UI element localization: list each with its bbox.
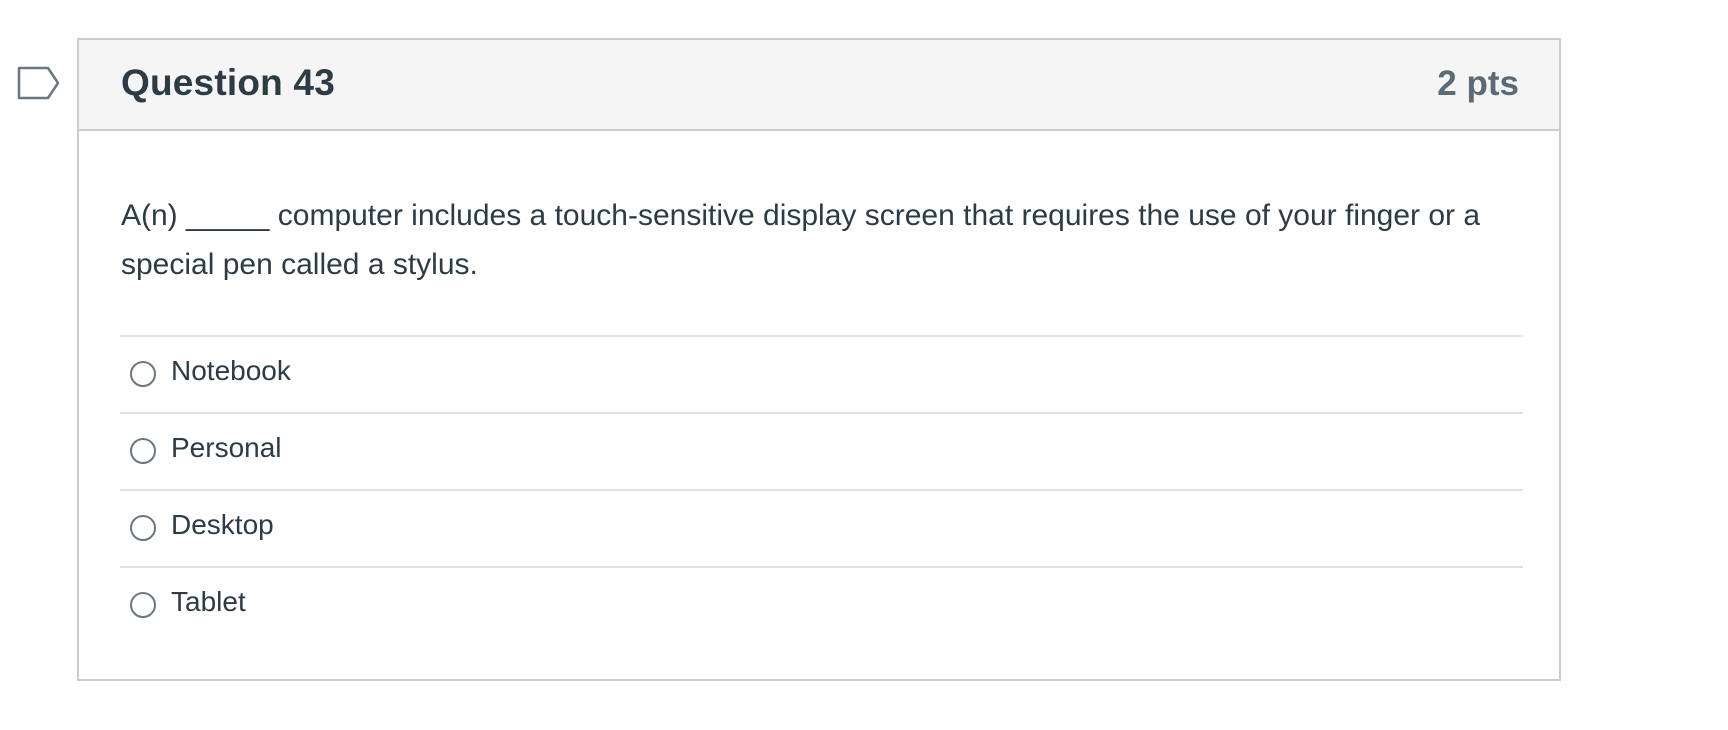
question-header: Question 43 2 pts [79, 40, 1559, 131]
radio-button-icon[interactable] [130, 592, 156, 618]
answer-list: Notebook Personal Desktop Tablet [120, 335, 1523, 643]
question-title: Question 43 [121, 62, 335, 103]
radio-button-icon[interactable] [130, 515, 156, 541]
radio-button-icon[interactable] [130, 438, 156, 464]
answer-label[interactable]: Desktop [171, 509, 274, 541]
question-card: Question 43 2 pts A(n) _____ computer in… [77, 38, 1561, 681]
question-text: A(n) _____ computer includes a touch-sen… [121, 199, 1481, 281]
answer-label[interactable]: Personal [171, 432, 282, 464]
answer-option-tablet[interactable]: Tablet [120, 566, 1523, 643]
answer-option-notebook[interactable]: Notebook [120, 335, 1523, 412]
radio-button-icon[interactable] [130, 361, 156, 387]
answer-option-personal[interactable]: Personal [120, 412, 1523, 489]
flag-question-icon[interactable] [17, 66, 61, 100]
answer-label[interactable]: Notebook [171, 355, 291, 387]
question-points: 2 pts [1437, 64, 1519, 103]
answer-option-desktop[interactable]: Desktop [120, 489, 1523, 566]
answer-label[interactable]: Tablet [171, 586, 246, 618]
